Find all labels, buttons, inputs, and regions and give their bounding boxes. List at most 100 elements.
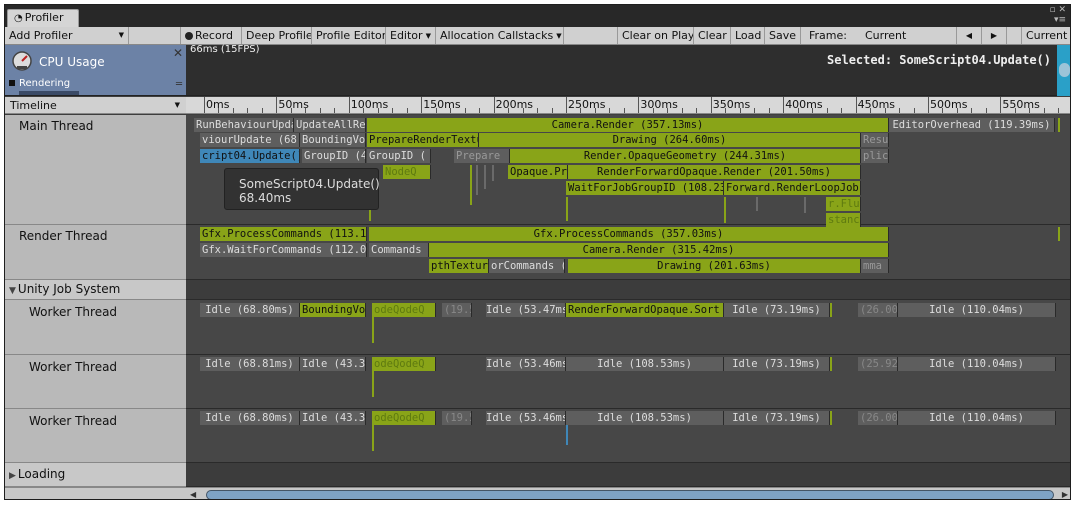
clear-button[interactable]: Clear: [694, 27, 731, 44]
graph-scrollbar[interactable]: [1057, 45, 1070, 96]
sample-bar[interactable]: Idle (68.80ms): [200, 303, 300, 317]
sample-bar[interactable]: Idle (68.81ms): [200, 357, 300, 371]
sample-sliver[interactable]: [484, 165, 486, 189]
sample-bar[interactable]: (26.00: [858, 411, 898, 425]
editor-target-dropdown[interactable]: Editor ▼: [386, 27, 436, 44]
previous-frame-button[interactable]: ◀: [957, 27, 982, 44]
sample-bar[interactable]: viourUpdate (68.4: [200, 133, 300, 147]
load-button[interactable]: Load: [731, 27, 765, 44]
sample-bar[interactable]: odeQodeQ: [372, 357, 436, 371]
sample-bar[interactable]: Camera.Render (315.42ms): [429, 243, 889, 257]
sample-sliver[interactable]: [492, 165, 494, 181]
sample-bar[interactable]: GroupID (4: [302, 149, 366, 163]
sample-sliver[interactable]: [804, 197, 806, 213]
clear-on-play-button[interactable]: Clear on Play: [618, 27, 694, 44]
sample-sliver[interactable]: [830, 303, 832, 317]
thread-worker-3[interactable]: Worker Thread: [5, 409, 186, 463]
sample-sliver[interactable]: [372, 425, 374, 451]
sample-bar[interactable]: Idle (43.35ms: [300, 357, 366, 371]
sample-bar[interactable]: Drawing (201.63ms): [568, 259, 861, 273]
sample-bar[interactable]: Idle (110.04ms): [898, 411, 1056, 425]
sample-bar[interactable]: BoundingVolu: [300, 133, 366, 147]
view-mode-dropdown[interactable]: Timeline ▼: [5, 97, 186, 114]
scrollbar-thumb[interactable]: [206, 490, 1054, 499]
sample-bar[interactable]: Forward.RenderLoopJob (92.: [724, 181, 861, 195]
sample-bar[interactable]: RunBehaviourUpdate: [194, 118, 294, 132]
sample-sliver[interactable]: [566, 197, 568, 221]
scrollbar-thumb[interactable]: [1059, 63, 1070, 77]
deep-profile-button[interactable]: Deep Profile: [242, 27, 312, 44]
sample-sliver[interactable]: [470, 165, 472, 205]
scroll-left-icon[interactable]: ◀: [190, 488, 196, 499]
sample-bar-selected[interactable]: cript04.Update() (68: [200, 149, 300, 163]
sample-bar[interactable]: stanc: [826, 213, 861, 227]
legend-menu-icon[interactable]: ═: [176, 79, 182, 90]
sample-bar[interactable]: mma: [861, 259, 889, 273]
profile-editor-button[interactable]: Profile Editor: [312, 27, 386, 44]
sample-bar[interactable]: Gfx.ProcessCommands (357.03ms): [369, 227, 889, 241]
allocation-callstacks-dropdown[interactable]: Allocation Callstacks ▼: [436, 27, 564, 44]
timeline-horizontal-scrollbar[interactable]: ◀ ▶: [186, 487, 1070, 499]
sample-sliver[interactable]: [1058, 118, 1060, 132]
sample-bar[interactable]: orCommands (: [489, 259, 565, 273]
thread-render[interactable]: Render Thread: [5, 225, 186, 280]
sample-bar[interactable]: GroupID (: [367, 149, 431, 163]
sample-bar[interactable]: Idle (108.53ms): [566, 411, 724, 425]
time-ruler[interactable]: 0ms 50ms 100ms 150ms 200ms 250ms 300ms 350ms 400…: [186, 97, 1070, 114]
sample-sliver[interactable]: [476, 165, 478, 195]
save-button[interactable]: Save: [765, 27, 801, 44]
cpu-usage-graph[interactable]: 66ms (15FPS) Selected: SomeScript04.Upda…: [186, 44, 1057, 96]
sample-bar[interactable]: (26.00: [858, 303, 898, 317]
sample-bar[interactable]: Drawing (264.60ms): [479, 133, 861, 147]
sample-sliver[interactable]: [830, 411, 832, 425]
sample-bar[interactable]: PrepareRenderTexture: [367, 133, 479, 147]
cpu-usage-module[interactable]: ✕ CPU Usage Rendering ═: [5, 45, 186, 96]
sample-bar[interactable]: pthTexture: [429, 259, 489, 273]
thread-worker-1[interactable]: Worker Thread: [5, 300, 186, 355]
sample-bar[interactable]: odeQodeQ: [372, 411, 436, 425]
sample-sliver[interactable]: [372, 371, 374, 397]
sample-bar[interactable]: Camera.Render (357.13ms): [367, 118, 889, 132]
sample-bar[interactable]: odeQodeQ: [372, 303, 436, 317]
sample-bar[interactable]: Render.OpaqueGeometry (244.31ms): [510, 149, 861, 163]
sample-sliver[interactable]: [724, 197, 726, 223]
sample-bar[interactable]: Idle (73.19ms): [724, 411, 830, 425]
sample-bar[interactable]: BoundingVolu: [300, 303, 366, 317]
sample-sliver[interactable]: [756, 197, 758, 211]
sample-bar[interactable]: Idle (43.36ms: [300, 411, 366, 425]
sample-sliver[interactable]: [830, 357, 832, 371]
sample-bar[interactable]: Idle (53.47ms): [486, 303, 566, 317]
close-icon[interactable]: ✕: [173, 46, 183, 60]
thread-main[interactable]: Main Thread: [5, 115, 186, 225]
sample-bar[interactable]: EditorOverhead (119.39ms): [889, 118, 1055, 132]
sample-bar[interactable]: (25.92: [858, 357, 898, 371]
thread-worker-2[interactable]: Worker Thread: [5, 355, 186, 409]
sample-bar[interactable]: RenderForwardOpaque.Sort (108.81: [566, 303, 724, 317]
sample-sliver[interactable]: [566, 425, 568, 445]
legend-rendering[interactable]: Rendering: [9, 78, 70, 89]
sample-bar[interactable]: Idle (110.04ms): [898, 303, 1056, 317]
window-menu-icon[interactable]: ▫ ✕ ▾≡: [1048, 5, 1066, 27]
sample-bar[interactable]: Opaque.Pre: [508, 165, 568, 179]
sample-bar[interactable]: NodeQ: [383, 165, 431, 179]
next-frame-button[interactable]: ▶: [982, 27, 1007, 44]
sample-bar[interactable]: plica: [861, 149, 889, 163]
sample-bar[interactable]: Idle (53.46ms): [486, 357, 566, 371]
record-button[interactable]: Record: [181, 27, 242, 44]
sample-bar[interactable]: Idle (53.46ms): [486, 411, 566, 425]
sample-bar[interactable]: (19.5: [442, 411, 472, 425]
group-unity-job-system[interactable]: ▼ Unity Job System: [5, 280, 186, 300]
sample-bar[interactable]: Idle (73.19ms): [724, 303, 830, 317]
current-frame-button[interactable]: Current: [1021, 27, 1070, 44]
sample-bar[interactable]: RenderForwardOpaque.Render (201.50ms): [568, 165, 861, 179]
tab-profiler[interactable]: ◔ Profiler: [7, 9, 79, 27]
sample-bar[interactable]: r.Flus: [826, 197, 861, 211]
add-profiler-dropdown[interactable]: Add Profiler ▼: [5, 27, 129, 44]
sample-bar[interactable]: Commands: [369, 243, 429, 257]
sample-bar[interactable]: UpdateAllRenderers: [294, 118, 366, 132]
sample-bar[interactable]: Gfx.WaitForCommands (112.07ms): [200, 243, 367, 257]
sample-bar[interactable]: Idle (108.53ms): [566, 357, 724, 371]
sample-bar[interactable]: (19.5: [442, 303, 472, 317]
sample-bar[interactable]: Idle (68.80ms): [200, 411, 300, 425]
scroll-right-icon[interactable]: ▶: [1062, 488, 1068, 499]
